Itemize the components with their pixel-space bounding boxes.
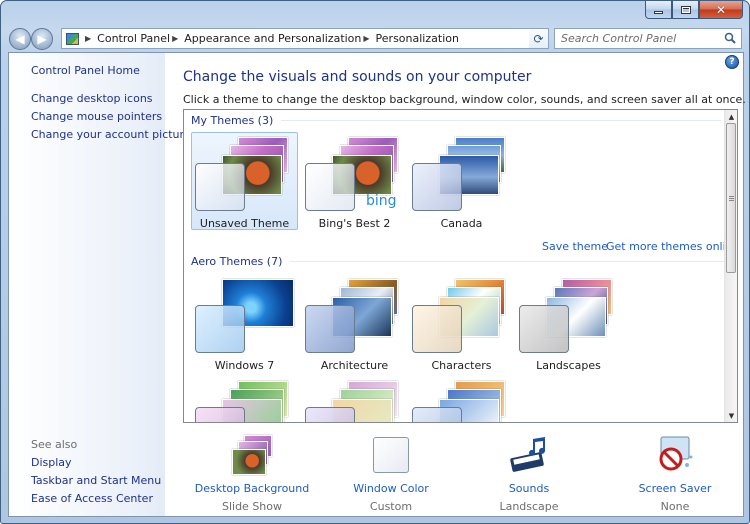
theme-label: Canada — [440, 217, 483, 230]
client-area: Control Panel Home Change desktop icons … — [8, 52, 746, 517]
window-frame: ✕ ◀ ▶ ▶ Control Panel ▶ Appearance and P… — [0, 0, 750, 524]
window-color-swatch — [412, 163, 462, 211]
window-color-swatch — [305, 305, 355, 353]
group-divider — [290, 261, 737, 262]
help-icon: ? — [729, 57, 735, 67]
theme-list[interactable]: My Themes (3) Unsaved Theme bing Bing's … — [183, 109, 738, 423]
address-bar[interactable]: ▶ Control Panel ▶ Appearance and Persona… — [61, 28, 549, 49]
sidebar-taskbar-start-menu[interactable]: Taskbar and Start Menu — [31, 474, 161, 487]
group-aero-themes-title: Aero Themes (7) — [191, 255, 283, 268]
theme-bings-best-2[interactable]: bing Bing's Best 2 — [301, 132, 408, 230]
maximize-icon — [680, 5, 691, 14]
window-color-swatch — [412, 305, 462, 353]
minimize-icon — [654, 11, 663, 14]
refresh-button[interactable]: ⟳ — [529, 28, 549, 49]
theme-row3-3[interactable] — [408, 376, 515, 422]
scroll-down-icon[interactable]: ▼ — [727, 411, 736, 420]
sidebar-display[interactable]: Display — [31, 456, 72, 469]
close-icon: ✕ — [715, 2, 727, 17]
window-color-value: Custom — [369, 500, 413, 513]
theme-label: Bing's Best 2 — [318, 217, 391, 230]
search-input[interactable] — [561, 32, 721, 45]
caption-buttons: ✕ — [645, 1, 743, 19]
save-theme-link[interactable]: Save theme — [542, 240, 608, 253]
window-color-swatch — [195, 305, 245, 353]
sidebar-control-panel-home[interactable]: Control Panel Home — [31, 64, 140, 77]
breadcrumb-control-panel[interactable]: Control Panel — [97, 32, 170, 45]
sidebar: Control Panel Home Change desktop icons … — [9, 53, 191, 516]
group-divider — [281, 120, 722, 121]
theme-row3-1[interactable] — [191, 376, 298, 422]
bing-logo: bing — [366, 193, 397, 209]
theme-windows-7[interactable]: Windows 7 — [191, 274, 298, 372]
window-color-icon — [369, 435, 413, 475]
sidebar-change-mouse-pointers[interactable]: Change mouse pointers — [31, 110, 162, 123]
page-title: Change the visuals and sounds on your co… — [183, 69, 532, 85]
theme-label: Landscapes — [536, 359, 601, 372]
theme-label: Characters — [431, 359, 492, 372]
theme-characters[interactable]: Characters — [408, 274, 515, 372]
window-color-swatch — [519, 305, 569, 353]
scrollbar-thumb[interactable] — [726, 123, 736, 273]
theme-canada[interactable]: Canada — [408, 132, 515, 230]
back-button[interactable]: ◀ — [9, 28, 31, 50]
screen-saver-title[interactable]: Screen Saver — [615, 482, 735, 495]
screen-saver-value: None — [660, 500, 690, 513]
screen-saver-setting[interactable]: Screen Saver None — [615, 431, 735, 513]
window-color-setting[interactable]: Window Color Custom — [331, 431, 451, 513]
group-my-themes: My Themes (3) — [191, 114, 722, 127]
theme-label: Unsaved Theme — [199, 217, 290, 230]
refresh-icon: ⟳ — [533, 31, 544, 46]
window-color-swatch — [195, 407, 245, 422]
grip-icon — [729, 196, 734, 202]
forward-button[interactable]: ▶ — [31, 28, 53, 50]
group-my-themes-title: My Themes (3) — [191, 114, 274, 127]
sounds-title[interactable]: Sounds — [469, 482, 589, 495]
window-color-swatch — [195, 163, 245, 211]
desktop-background-title[interactable]: Desktop Background — [192, 482, 312, 495]
sidebar-ease-of-access[interactable]: Ease of Access Center — [31, 492, 153, 505]
sounds-icon — [507, 435, 551, 475]
chevron-right-icon[interactable]: ▶ — [85, 34, 91, 43]
close-button[interactable]: ✕ — [699, 1, 743, 19]
sidebar-change-desktop-icons[interactable]: Change desktop icons — [31, 92, 153, 105]
group-aero-themes: Aero Themes (7) — [191, 255, 737, 268]
window-color-swatch — [305, 407, 355, 422]
theme-architecture[interactable]: Architecture — [301, 274, 408, 372]
chevron-right-icon[interactable]: ▶ — [172, 34, 178, 43]
breadcrumb-appearance[interactable]: Appearance and Personalization — [184, 32, 361, 45]
theme-unsaved[interactable]: Unsaved Theme — [191, 132, 298, 230]
help-button[interactable]: ? — [725, 55, 739, 69]
theme-label: Architecture — [320, 359, 389, 372]
breadcrumb-personalization[interactable]: Personalization — [376, 32, 459, 45]
control-panel-icon — [66, 32, 79, 45]
window-color-title[interactable]: Window Color — [331, 482, 451, 495]
search-icon[interactable] — [724, 32, 736, 44]
theme-row3-2[interactable] — [301, 376, 408, 422]
see-also-title: See also — [31, 438, 78, 451]
sounds-value: Landscape — [499, 500, 559, 513]
sidebar-change-account-picture[interactable]: Change your account picture — [31, 128, 191, 141]
desktop-background-setting[interactable]: Desktop Background Slide Show — [192, 431, 312, 513]
theme-landscapes[interactable]: Landscapes — [515, 274, 622, 372]
minimize-button[interactable] — [645, 1, 672, 19]
theme-list-scrollbar[interactable]: ▲ ▼ — [724, 110, 737, 422]
theme-settings-bar: Desktop Background Slide Show Window Col… — [183, 431, 738, 515]
desktop-background-value: Slide Show — [221, 500, 283, 513]
forward-arrow-icon: ▶ — [37, 32, 47, 46]
desktop-background-icon — [230, 435, 274, 475]
get-more-themes-link[interactable]: Get more themes online — [606, 240, 737, 253]
scroll-up-icon[interactable]: ▲ — [727, 112, 736, 121]
screen-saver-icon — [653, 435, 697, 475]
page-instruction: Click a theme to change the desktop back… — [183, 93, 746, 106]
chevron-right-icon[interactable]: ▶ — [363, 34, 369, 43]
sounds-setting[interactable]: Sounds Landscape — [469, 431, 589, 513]
maximize-button[interactable] — [672, 1, 699, 19]
theme-label: Windows 7 — [214, 359, 275, 372]
back-arrow-icon: ◀ — [15, 32, 25, 46]
window-color-swatch — [412, 407, 462, 422]
search-box[interactable] — [554, 28, 742, 49]
window-color-swatch — [305, 163, 355, 211]
